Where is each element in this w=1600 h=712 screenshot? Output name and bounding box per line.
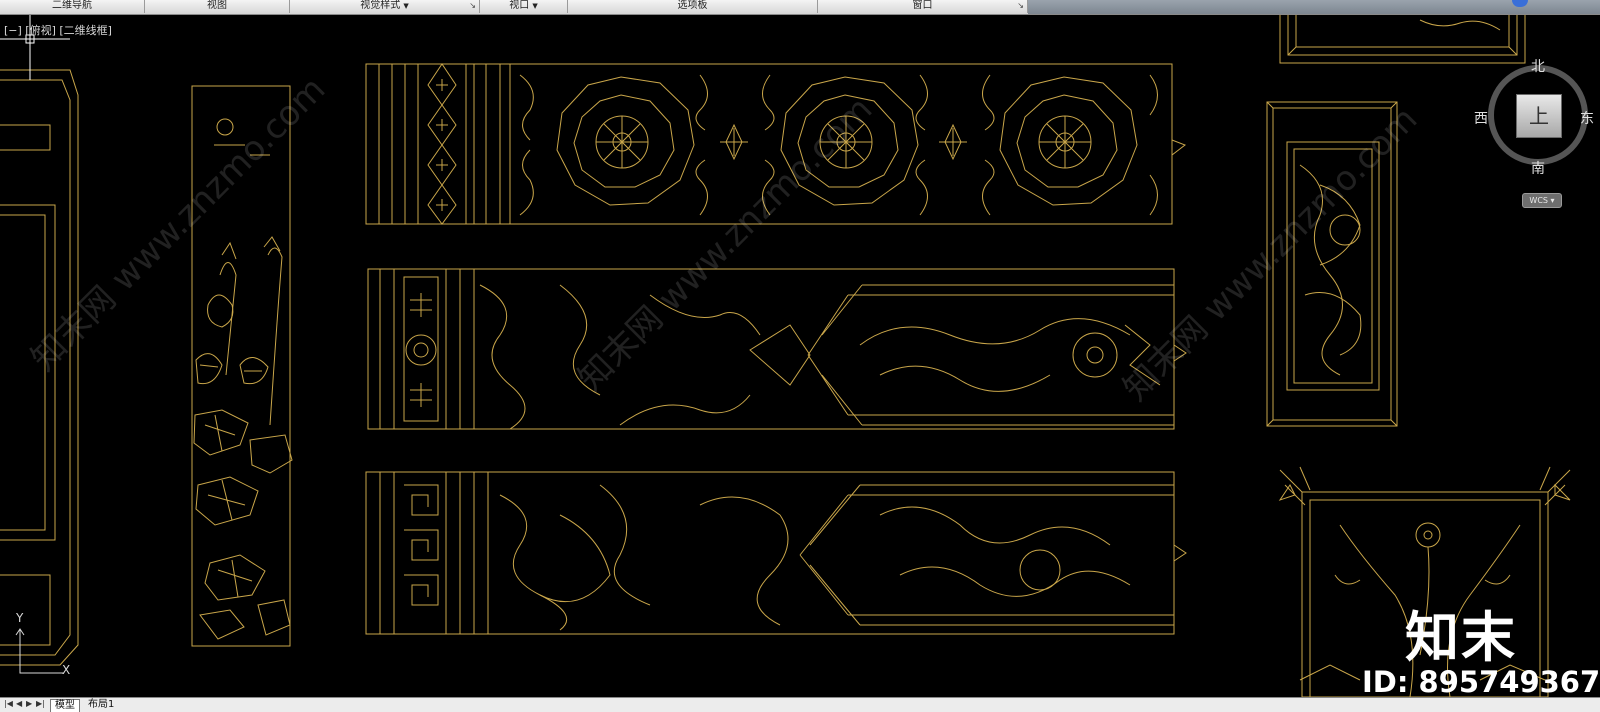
ucs-y-label: Y [16, 611, 24, 625]
panel-2d-nav[interactable]: 二维导航 [0, 0, 145, 13]
dropdown-arrow-icon[interactable]: ▼ [532, 2, 537, 10]
dropdown-arrow-icon[interactable]: ▼ [403, 2, 408, 10]
panel-palettes[interactable]: 选项板 [568, 0, 818, 13]
panel-view[interactable]: 视图 [145, 0, 290, 13]
tab-layout1[interactable]: 布局1 [84, 699, 118, 711]
layout-tab-bar: |◀ ◀ ▶ ▶| 模型 布局1 [0, 697, 1600, 712]
chevron-down-icon: ▾ [1550, 196, 1555, 205]
viewport-label[interactable]: [−] [俯视] [二维线框] [4, 22, 112, 38]
tab-model[interactable]: 模型 [50, 699, 80, 712]
watermark-brand: 知末 [1405, 605, 1517, 669]
viewcube[interactable]: 北 南 东 西 上 WCS ▾ [1474, 59, 1600, 208]
cad-drawing[interactable] [0, 15, 1600, 697]
ucs-x-label: X [62, 663, 71, 677]
panel-window[interactable]: 窗口 ↘ [818, 0, 1028, 13]
compass-north[interactable]: 北 [1531, 56, 1545, 76]
ucs-icon [15, 628, 64, 674]
drawing-viewport[interactable]: 知末网 www.znzmo.com 知末网 www.znzmo.com 知末网 … [0, 15, 1600, 697]
panel-visual-styles[interactable]: 视觉样式 ▼ ↘ [290, 0, 480, 13]
rosette-3 [999, 76, 1138, 206]
scroll-panel-middle [367, 268, 1187, 430]
watermark-id: ID: 895749367 [1362, 665, 1600, 697]
next-icon[interactable]: ▶ [26, 699, 32, 708]
first-icon[interactable]: |◀ [4, 699, 13, 708]
prev-icon[interactable]: ◀ [16, 699, 22, 708]
last-icon[interactable]: ▶| [36, 699, 45, 708]
top-right-frame-partial [1279, 15, 1526, 64]
panel-viewports[interactable]: 视口 ▼ [480, 0, 568, 13]
wcs-dropdown[interactable]: WCS ▾ [1522, 193, 1562, 208]
panel-expand-icon[interactable]: ↘ [469, 0, 476, 12]
rosette-1 [556, 76, 695, 206]
ribbon: 二维导航 视图 视觉样式 ▼ ↘ 视口 ▼ 选项板 窗口 ↘ [0, 0, 1600, 15]
left-frame-partial [0, 69, 79, 666]
compass-south[interactable]: 南 [1531, 158, 1545, 178]
compass-east[interactable]: 东 [1580, 108, 1594, 128]
viewcube-top-face[interactable]: 上 [1516, 94, 1562, 138]
compass-west[interactable]: 西 [1474, 108, 1488, 128]
scroll-panel-bottom [365, 471, 1187, 635]
panel-expand-icon[interactable]: ↘ [1017, 0, 1024, 12]
